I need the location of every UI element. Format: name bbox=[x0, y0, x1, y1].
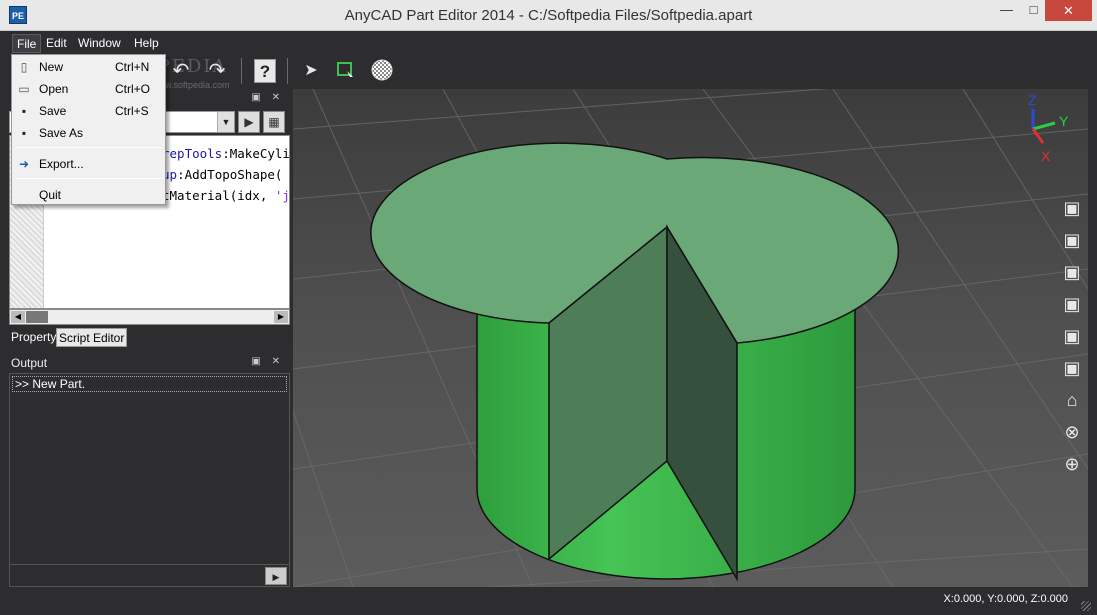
menu-separator bbox=[16, 178, 161, 179]
title-bar: PE AnyCAD Part Editor 2014 - C:/Softpedi… bbox=[0, 0, 1097, 31]
menu-item-new[interactable]: ▯ New Ctrl+N bbox=[13, 56, 164, 78]
zoom-fit-icon[interactable]: ⊗ bbox=[1058, 418, 1086, 446]
view-bottom-icon[interactable]: ▣ bbox=[1058, 290, 1086, 318]
menu-item-open[interactable]: ▭ Open Ctrl+O bbox=[13, 78, 164, 100]
menu-item-shortcut: Ctrl+N bbox=[115, 60, 150, 74]
export-icon: ➜ bbox=[18, 157, 30, 171]
zoom-window-icon[interactable]: ⊕ bbox=[1058, 450, 1086, 478]
execute-command-button[interactable]: ▶ bbox=[265, 567, 287, 585]
run-script-button[interactable]: ▶ bbox=[238, 111, 260, 133]
view-right-icon[interactable]: ▣ bbox=[1058, 354, 1086, 382]
menu-item-shortcut: Ctrl+S bbox=[115, 104, 149, 118]
axis-y-label: Y bbox=[1059, 113, 1069, 129]
menu-item-label: Save As bbox=[39, 126, 84, 140]
menu-item-label: Open bbox=[39, 82, 69, 96]
panel-tabs: Property Script Editor bbox=[9, 328, 290, 348]
save-as-icon: ▪ bbox=[21, 126, 27, 140]
new-document-icon: ▯ bbox=[20, 60, 28, 74]
output-title: Output bbox=[11, 356, 48, 370]
menu-help[interactable]: Help bbox=[130, 34, 163, 53]
axis-z-label: Z bbox=[1028, 92, 1037, 108]
menu-item-label: Quit bbox=[39, 188, 62, 202]
menu-separator bbox=[16, 147, 161, 148]
tab-property[interactable]: Property bbox=[9, 328, 58, 347]
close-button[interactable]: ✕ bbox=[1045, 0, 1092, 21]
menu-bar: File Edit Window Help bbox=[0, 31, 1097, 54]
window-title: AnyCAD Part Editor 2014 - C:/Softpedia F… bbox=[344, 7, 753, 24]
box-select-icon[interactable] bbox=[333, 58, 359, 84]
menu-file[interactable]: File bbox=[12, 34, 42, 53]
toolbar-separator bbox=[287, 58, 288, 84]
menu-item-label: New bbox=[39, 60, 64, 74]
minimize-button[interactable]: — bbox=[993, 2, 1020, 23]
axis-x-label: X bbox=[1041, 148, 1051, 164]
resize-grip[interactable] bbox=[1081, 601, 1091, 611]
axis-triad: Z Y X bbox=[1028, 92, 1069, 164]
scrollbar-thumb[interactable] bbox=[26, 311, 48, 323]
3d-viewport[interactable]: Z Y X bbox=[293, 89, 1088, 587]
menu-item-label: Save bbox=[39, 104, 67, 118]
output-command-bar: ▶ bbox=[10, 564, 289, 586]
view-back-icon[interactable]: ▣ bbox=[1058, 226, 1086, 254]
code-line: up:AddTopoShape( bbox=[162, 167, 283, 182]
script-library-button[interactable]: ▦ bbox=[263, 111, 285, 133]
tab-script-editor[interactable]: Script Editor bbox=[56, 328, 128, 347]
help-button[interactable]: ? bbox=[254, 59, 276, 83]
scene-canvas: Z Y X bbox=[293, 89, 1088, 587]
code-line: tMaterial(idx, 'jade bbox=[162, 188, 290, 203]
view-toolbar: ▣ ▣ ▣ ▣ ▣ ▣ ⌂ ⊗ ⊕ bbox=[1058, 192, 1088, 482]
horizontal-scrollbar[interactable]: ◀ ▶ bbox=[9, 309, 290, 325]
scroll-right-icon[interactable]: ▶ bbox=[274, 311, 288, 323]
maximize-button[interactable]: □ bbox=[1020, 2, 1047, 23]
menu-item-quit[interactable]: Quit bbox=[13, 184, 164, 206]
save-icon: ▪ bbox=[21, 104, 27, 118]
menu-item-label: Export... bbox=[39, 157, 84, 171]
select-cursor-icon[interactable]: ➤ bbox=[298, 58, 324, 84]
output-panel-header: Output ▣ ✕ bbox=[9, 353, 290, 373]
menu-edit[interactable]: Edit bbox=[42, 34, 71, 53]
panel-controls[interactable]: ▣ ✕ bbox=[251, 356, 284, 367]
panel-controls[interactable]: ▣ ✕ bbox=[251, 92, 284, 103]
view-front-icon[interactable]: ▣ bbox=[1058, 194, 1086, 222]
status-bar: X:0.000, Y:0.000, Z:0.000 bbox=[0, 588, 1097, 615]
material-sphere-icon[interactable] bbox=[369, 58, 395, 84]
code-line: repTools:MakeCylir bbox=[162, 146, 290, 161]
toolbar-separator bbox=[241, 58, 242, 84]
chevron-down-icon[interactable]: ▼ bbox=[217, 112, 234, 132]
view-left-icon[interactable]: ▣ bbox=[1058, 322, 1086, 350]
output-console[interactable]: >> New Part. ▶ bbox=[9, 373, 290, 587]
cursor-coordinates: X:0.000, Y:0.000, Z:0.000 bbox=[943, 593, 1068, 605]
view-top-icon[interactable]: ▣ bbox=[1058, 258, 1086, 286]
menu-item-shortcut: Ctrl+O bbox=[115, 82, 151, 96]
view-isometric-icon[interactable]: ⌂ bbox=[1058, 386, 1086, 414]
open-folder-icon: ▭ bbox=[18, 82, 30, 96]
scroll-left-icon[interactable]: ◀ bbox=[11, 311, 25, 323]
menu-item-export[interactable]: ➜ Export... bbox=[13, 153, 164, 175]
file-menu-dropdown: ▯ New Ctrl+N ▭ Open Ctrl+O ▪ Save Ctrl+S… bbox=[11, 54, 166, 205]
menu-window[interactable]: Window bbox=[74, 34, 125, 53]
menu-item-save[interactable]: ▪ Save Ctrl+S bbox=[13, 100, 164, 122]
output-line: >> New Part. bbox=[12, 376, 287, 392]
cylinder-model bbox=[370, 142, 900, 582]
menu-item-save-as[interactable]: ▪ Save As bbox=[13, 122, 164, 144]
